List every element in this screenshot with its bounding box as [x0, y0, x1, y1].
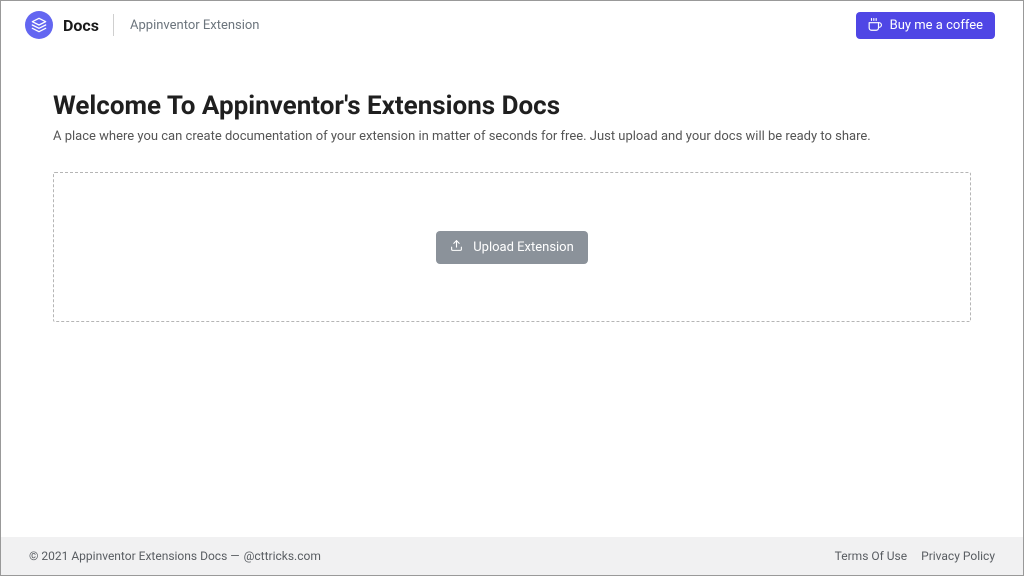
- header-left: Docs Appinventor Extension: [25, 11, 260, 39]
- footer-copyright: © 2021 Appinventor Extensions Docs —: [29, 549, 240, 563]
- footer-left: © 2021 Appinventor Extensions Docs — @ct…: [29, 549, 321, 563]
- brand-link[interactable]: Docs: [25, 11, 99, 39]
- buy-coffee-label: Buy me a coffee: [890, 18, 983, 33]
- upload-button-label: Upload Extension: [473, 240, 574, 255]
- page-title: Welcome To Appinventor's Extensions Docs: [53, 91, 971, 121]
- coffee-icon: [868, 18, 882, 32]
- layers-icon: [25, 11, 53, 39]
- privacy-link[interactable]: Privacy Policy: [921, 549, 995, 563]
- main-content: Welcome To Appinventor's Extensions Docs…: [1, 49, 1023, 537]
- footer-author-link[interactable]: @cttricks.com: [244, 549, 321, 563]
- buy-coffee-button[interactable]: Buy me a coffee: [856, 12, 995, 39]
- sub-brand-label: Appinventor Extension: [130, 18, 260, 33]
- divider: [113, 14, 114, 36]
- upload-icon: [450, 239, 463, 256]
- terms-link[interactable]: Terms Of Use: [835, 549, 907, 563]
- brand-title: Docs: [63, 16, 99, 35]
- upload-extension-button[interactable]: Upload Extension: [436, 231, 588, 264]
- upload-dropzone[interactable]: Upload Extension: [53, 172, 971, 322]
- page-subtitle: A place where you can create documentati…: [53, 129, 971, 144]
- footer: © 2021 Appinventor Extensions Docs — @ct…: [1, 537, 1023, 575]
- footer-right: Terms Of Use Privacy Policy: [835, 549, 995, 563]
- header: Docs Appinventor Extension Buy me a coff…: [1, 1, 1023, 49]
